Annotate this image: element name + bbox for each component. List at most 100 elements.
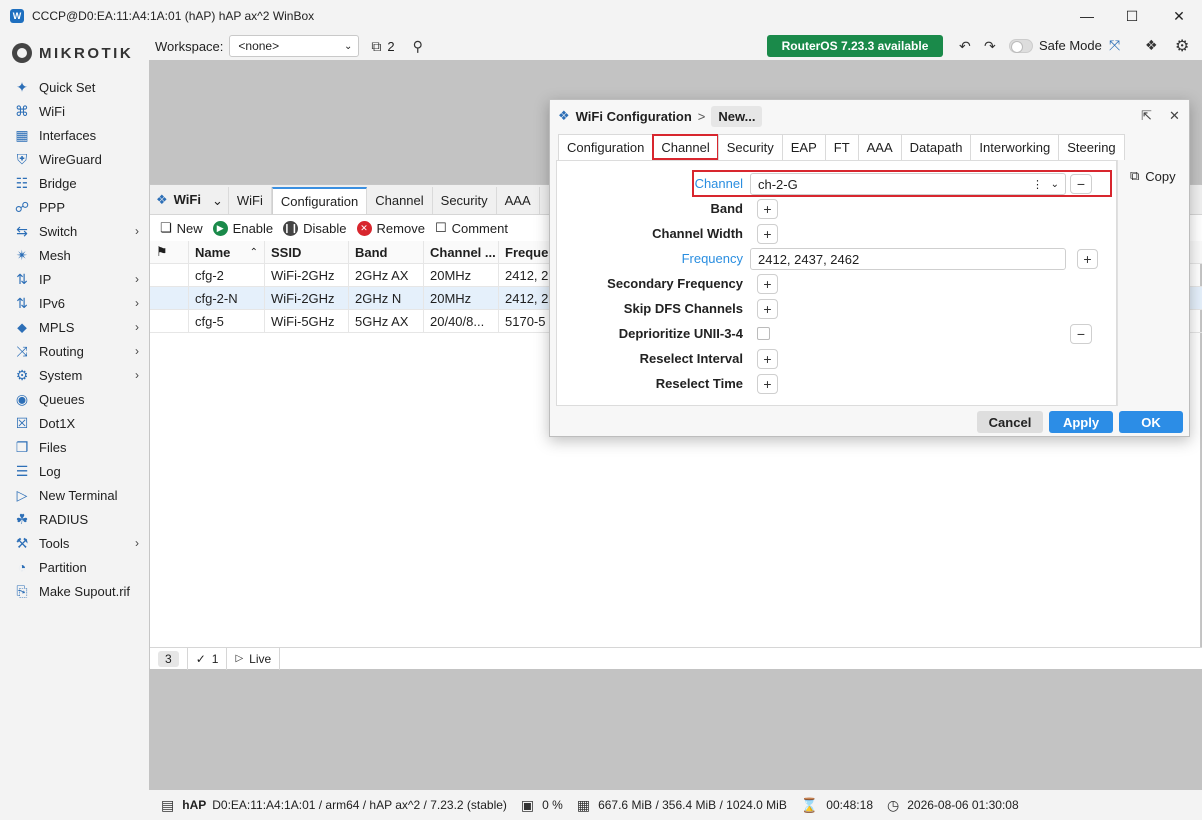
column-header-ssid[interactable]: SSID (265, 241, 349, 263)
sidebar-item-mpls[interactable]: ⬥ MPLS › (0, 315, 149, 339)
remove-label: Remove (376, 220, 425, 236)
dialog-close-icon[interactable]: ✕ (1169, 108, 1180, 124)
sidebar-item-radius[interactable]: ☘ RADIUS (0, 507, 149, 531)
redo-icon[interactable]: ↷ (984, 38, 996, 55)
reselect-time-label: Reselect Time (655, 376, 743, 391)
dialog-tab-ft[interactable]: FT (824, 134, 859, 160)
close-button[interactable]: ✕ (1156, 0, 1202, 32)
workspace-select[interactable]: <none> ⌄ (229, 35, 360, 57)
wifi-window-status: 3 ✓ 1 ▷ Live (150, 647, 1202, 670)
update-available-button[interactable]: RouterOS 7.23.3 available (767, 35, 943, 57)
tab-channel[interactable]: Channel (367, 187, 433, 214)
mesh-icon: ✴ (16, 246, 28, 263)
sidebar-item-wireguard[interactable]: ⛨ WireGuard (0, 147, 149, 171)
sidebar-item-dot1x[interactable]: ☒ Dot1X (0, 411, 149, 435)
dialog-tab-datapath[interactable]: Datapath (900, 134, 972, 160)
sidebar-item-ip[interactable]: ⇅ IP › (0, 267, 149, 291)
cell-ssid: WiFi-5GHz (265, 310, 349, 332)
sidebar-item-make-supout-rif[interactable]: ⎘ Make Supout.rif (0, 579, 149, 603)
sidebar-item-ppp[interactable]: ☍ PPP (0, 195, 149, 219)
maximize-button[interactable]: ☐ (1109, 0, 1155, 32)
safe-mode-toggle[interactable] (1009, 38, 1033, 53)
column-header-channel[interactable]: Channel ... (424, 241, 499, 263)
sidebar-item-switch[interactable]: ⇆ Switch › (0, 219, 149, 243)
chevron-right-icon: › (135, 320, 139, 334)
dialog-tab-interworking[interactable]: Interworking (970, 134, 1060, 160)
sidebar-item-label: PPP (39, 199, 66, 215)
cancel-button[interactable]: Cancel (977, 411, 1043, 433)
reselect-interval-add-button[interactable]: + (757, 349, 778, 369)
sidebar-item-label: Bridge (39, 175, 77, 191)
sidebar-item-routing[interactable]: ⤨ Routing › (0, 339, 149, 363)
radius-icon: ☘ (15, 510, 29, 527)
live-toggle[interactable]: ▷ Live (227, 647, 281, 670)
sidebar-item-queues[interactable]: ◉ Queues (0, 387, 149, 411)
channel-width-add-button[interactable]: + (757, 224, 778, 244)
minimize-button[interactable]: — (1064, 0, 1110, 32)
dialog-tab-configuration[interactable]: Configuration (558, 134, 654, 160)
secondary-frequency-add-button[interactable]: + (757, 274, 778, 294)
reselect-time-add-button[interactable]: + (757, 374, 778, 394)
secondary-frequency-label: Secondary Frequency (607, 276, 743, 291)
skip-dfs-add-button[interactable]: + (757, 299, 778, 319)
sidebar-item-tools[interactable]: ⚒ Tools › (0, 531, 149, 555)
sidebar-item-wifi[interactable]: ⌘ WiFi (0, 99, 149, 123)
sidebar-item-files[interactable]: ❐ Files (0, 435, 149, 459)
package-icon[interactable]: ❖ (1145, 37, 1158, 54)
comment-button[interactable]: ☐ Comment (435, 220, 508, 236)
remove-button[interactable]: ✕ Remove (356, 220, 425, 236)
dialog-tab-aaa[interactable]: AAA (857, 134, 902, 160)
disable-label: Disable (303, 220, 347, 236)
dialog-title: WiFi Configuration (575, 108, 692, 124)
tab-wifi[interactable]: WiFi (229, 187, 272, 214)
sidebar-item-new-terminal[interactable]: ▷ New Terminal (0, 483, 149, 507)
ok-button[interactable]: OK (1119, 411, 1183, 433)
wifi-icon: ❖ (558, 108, 570, 123)
windows-icon[interactable]: ⧉ (371, 38, 381, 55)
new-icon: ❏ (160, 220, 172, 235)
frequency-add-button[interactable]: + (1077, 249, 1098, 269)
dialog-tab-security[interactable]: Security (717, 134, 783, 160)
sidebar-item-partition[interactable]: ◔ Partition (0, 555, 149, 579)
sidebar-item-interfaces[interactable]: ▦ Interfaces (0, 123, 149, 147)
sidebar-item-label: Partition (39, 559, 87, 575)
wifi-window-menu[interactable]: ⌄ (207, 187, 229, 214)
tab-aaa[interactable]: AAA (497, 187, 540, 214)
apply-button[interactable]: Apply (1049, 411, 1113, 433)
dialog-tab-steering[interactable]: Steering (1058, 134, 1125, 160)
search-icon[interactable]: ⚲ (413, 38, 423, 55)
sidebar-item-quick-set[interactable]: ✦ Quick Set (0, 75, 149, 99)
sidebar-item-label: Routing (39, 343, 84, 359)
tab-configuration[interactable]: Configuration (271, 187, 368, 214)
band-add-button[interactable]: + (757, 199, 778, 219)
cell-ssid: WiFi-2GHz (265, 287, 349, 309)
tab-security[interactable]: Security (433, 187, 497, 214)
sidebar-item-log[interactable]: ☰ Log (0, 459, 149, 483)
undo-icon[interactable]: ↶ (959, 38, 971, 55)
chevron-right-icon: › (135, 344, 139, 358)
disable-button[interactable]: ❙❙ Disable (283, 220, 347, 236)
sidebar-item-ipv6[interactable]: ⇅ IPv6 › (0, 291, 149, 315)
sidebar-item-label: Quick Set (39, 79, 96, 95)
enable-button[interactable]: ▶ Enable (212, 220, 273, 236)
gear-icon[interactable]: ⚙ (1175, 36, 1189, 56)
sidebar-item-system[interactable]: ⚙ System › (0, 363, 149, 387)
deprioritize-checkbox[interactable] (757, 327, 770, 340)
disconnect-icon[interactable]: ⤧ (1109, 37, 1120, 54)
column-header-band[interactable]: Band (349, 241, 424, 263)
copy-button[interactable]: ⧉ Copy (1130, 168, 1176, 184)
sidebar-item-bridge[interactable]: ☷ Bridge (0, 171, 149, 195)
play-outline-icon: ▷ (235, 653, 244, 664)
sidebar-item-mesh[interactable]: ✴ Mesh (0, 243, 149, 267)
column-header-name[interactable]: Name ⌃ (189, 241, 265, 263)
band-label: Band (710, 201, 744, 216)
safe-mode-control[interactable]: Safe Mode (1009, 38, 1102, 53)
deprioritize-remove-button[interactable]: − (1070, 324, 1092, 344)
dialog-tab-eap[interactable]: EAP (781, 134, 826, 160)
new-button[interactable]: ❏ New (160, 220, 203, 236)
dialog-tab-channel[interactable]: Channel (652, 134, 719, 160)
copy-icon: ⧉ (1130, 168, 1140, 183)
flag-column-header[interactable]: ⚑ (150, 241, 189, 263)
frequency-input[interactable]: 2412, 2437, 2462 (750, 248, 1066, 270)
restore-icon[interactable]: ⇱ (1141, 108, 1152, 124)
